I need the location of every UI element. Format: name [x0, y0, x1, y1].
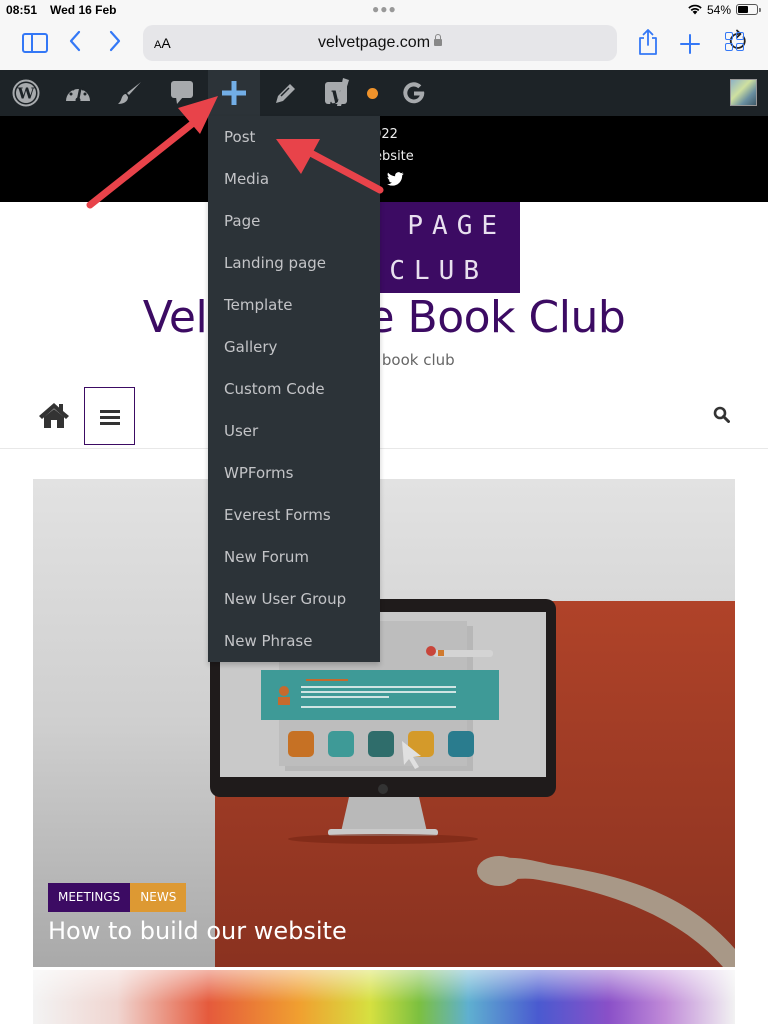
- search-icon[interactable]: [713, 406, 730, 428]
- category-badge-meetings[interactable]: MEETINGS: [48, 883, 131, 912]
- post-title[interactable]: How to build our website: [48, 917, 347, 945]
- multitasking-dots-icon[interactable]: ●●●: [372, 2, 397, 16]
- menu-item-everest-forms[interactable]: Everest Forms: [224, 494, 374, 536]
- menu-item-gallery[interactable]: Gallery: [224, 326, 374, 368]
- hamburger-menu-icon[interactable]: [84, 387, 135, 445]
- menu-item-wpforms[interactable]: WPForms: [224, 452, 374, 494]
- twitter-icon[interactable]: [387, 172, 404, 190]
- battery-percent: 54%: [707, 3, 732, 17]
- comments-icon[interactable]: [160, 70, 204, 116]
- svg-text:W: W: [17, 85, 36, 103]
- customize-brush-icon[interactable]: [108, 70, 152, 116]
- new-tab-icon[interactable]: [679, 22, 701, 63]
- menu-item-new-phrase[interactable]: New Phrase: [224, 620, 374, 662]
- menu-item-new-forum[interactable]: New Forum: [224, 536, 374, 578]
- status-time: 08:51: [6, 3, 38, 17]
- user-avatar[interactable]: [730, 79, 757, 106]
- sidebar-icon[interactable]: [22, 33, 48, 53]
- edit-pencil-icon[interactable]: [264, 70, 308, 116]
- yoast-seo-icon[interactable]: y: [318, 70, 356, 116]
- share-icon[interactable]: [637, 28, 659, 61]
- browser-toolbar: AA velvetpage.com: [0, 22, 768, 70]
- address-bar[interactable]: AA velvetpage.com: [143, 25, 746, 61]
- notification-dot-icon[interactable]: [362, 70, 382, 116]
- back-icon[interactable]: [68, 28, 82, 59]
- main-navigation: [0, 385, 768, 449]
- lock-icon: [434, 34, 443, 46]
- menu-item-custom-code[interactable]: Custom Code: [224, 368, 374, 410]
- menu-item-page[interactable]: Page: [224, 200, 374, 242]
- google-site-kit-icon[interactable]: [394, 70, 434, 116]
- url-text[interactable]: velvetpage.com: [318, 34, 430, 51]
- top-info-bar: 16, 2022 l our website: [0, 116, 768, 202]
- menu-item-landing-page[interactable]: Landing page: [224, 242, 374, 284]
- logo-line-2: CLUB: [389, 256, 488, 286]
- wifi-icon: [687, 3, 703, 18]
- menu-item-post[interactable]: Post: [224, 116, 374, 158]
- site-tagline: LGBTQ+ book club: [313, 351, 455, 369]
- menu-item-template[interactable]: Template: [224, 284, 374, 326]
- status-date: Wed 16 Feb: [50, 3, 117, 17]
- site-title[interactable]: Velvet Page Book Club: [0, 292, 768, 343]
- category-badge-news[interactable]: NEWS: [130, 883, 187, 912]
- menu-item-user[interactable]: User: [224, 410, 374, 452]
- menu-item-media[interactable]: Media: [224, 158, 374, 200]
- new-content-plus-icon[interactable]: [208, 70, 260, 116]
- new-content-dropdown: Post Media Page Landing page Template Ga…: [208, 116, 380, 662]
- wordpress-logo-icon[interactable]: W: [4, 70, 48, 116]
- tabs-grid-icon[interactable]: [725, 32, 745, 52]
- home-icon[interactable]: [38, 401, 70, 434]
- wp-admin-bar: W y: [0, 70, 768, 116]
- post-categories: MEETINGS NEWS: [48, 883, 187, 912]
- ios-status-bar: 08:51 Wed 16 Feb ●●● 54%: [0, 0, 768, 22]
- forward-icon[interactable]: [108, 28, 122, 59]
- battery-icon: [736, 4, 761, 15]
- dashboard-icon[interactable]: [56, 70, 100, 116]
- menu-item-new-user-group[interactable]: New User Group: [224, 578, 374, 620]
- second-post-image[interactable]: [33, 970, 735, 1024]
- logo-line-1: T PAGE: [358, 211, 506, 241]
